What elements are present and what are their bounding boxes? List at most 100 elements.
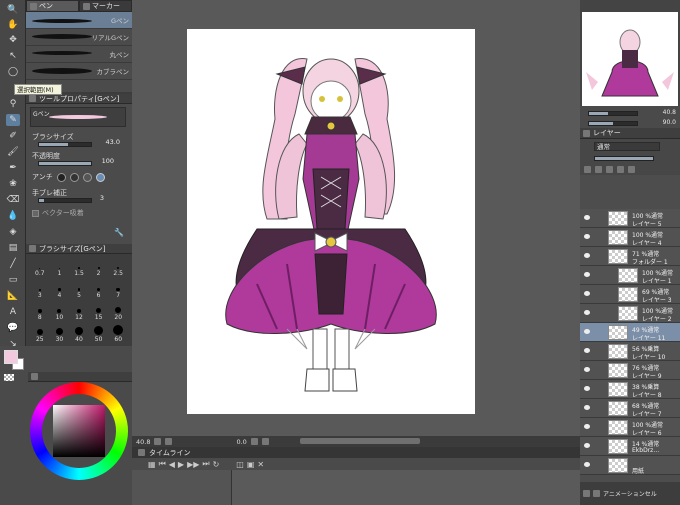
visibility-eye-icon[interactable] — [584, 443, 590, 448]
brush-size-cell[interactable]: 2 — [89, 258, 109, 277]
prev-frame-icon[interactable]: ◀ — [169, 460, 175, 469]
brush-size-cell[interactable]: 6 — [89, 280, 109, 299]
pencil-tool-icon[interactable]: ✐ — [6, 130, 20, 142]
brush-size-value[interactable]: 43.0 — [106, 138, 120, 146]
brush-size-cell[interactable]: 5 — [69, 280, 89, 299]
layer-row[interactable]: 38 %乗算 レイヤー 8 — [580, 380, 680, 399]
visibility-eye-icon[interactable] — [584, 310, 590, 315]
brush-size-cell[interactable]: 1.5 — [69, 258, 89, 277]
decoration-tool-icon[interactable]: ❀ — [6, 178, 20, 190]
layer-tab-icon[interactable] — [583, 129, 590, 137]
brush-size-cell[interactable]: 10 — [50, 302, 70, 321]
brush-size-cell[interactable]: 1 — [50, 258, 70, 277]
brush-size-cell[interactable]: 7 — [108, 280, 128, 299]
new-timeline-icon[interactable]: ▦ — [148, 460, 156, 469]
airbrush-tool-icon[interactable]: ✒ — [6, 162, 20, 174]
zoom-value[interactable]: 40.8 — [136, 438, 150, 446]
antialias-mid[interactable] — [82, 172, 92, 182]
timeline-body[interactable] — [132, 470, 580, 505]
lock-icon[interactable] — [617, 166, 624, 173]
layer-row[interactable]: 68 %通常 レイヤー 7 — [580, 399, 680, 418]
blend-tool-icon[interactable]: 💧 — [6, 210, 20, 222]
onion-skin-icon[interactable]: ◫ — [236, 460, 244, 469]
brush-item-gpen[interactable]: Gペン — [26, 12, 132, 29]
pen-tool-icon[interactable]: ✎ — [6, 114, 20, 126]
navigator-zoom-value[interactable]: 40.8 — [663, 109, 676, 116]
move-tool-icon[interactable]: ✥ — [6, 34, 20, 46]
antialias-strong[interactable] — [95, 172, 105, 182]
visibility-eye-icon[interactable] — [584, 291, 590, 296]
brush-size-cell[interactable]: 12 — [69, 302, 89, 321]
main-color-swatch[interactable] — [4, 350, 18, 364]
layer-row[interactable]: 71 %通常 フォルダー 1 — [580, 247, 680, 266]
loop-icon[interactable]: ↻ — [213, 460, 220, 469]
auto-select-tool-icon[interactable]: ⚲ — [6, 98, 20, 110]
layer-row[interactable]: 56 %乗算 レイヤー 10 — [580, 342, 680, 361]
brush-size-slider[interactable] — [38, 142, 92, 147]
new-cel-icon[interactable]: ▣ — [247, 460, 255, 469]
frame-tool-icon[interactable]: ▭ — [6, 274, 20, 286]
visibility-eye-icon[interactable] — [584, 253, 590, 258]
visibility-eye-icon[interactable] — [584, 424, 590, 429]
navigator-thumbnail[interactable] — [582, 12, 678, 106]
rotate-left-icon[interactable] — [250, 438, 258, 445]
vector-snap-checkbox[interactable] — [32, 209, 39, 217]
color-wheel-tab-icon[interactable] — [31, 373, 38, 380]
brush-size-cell[interactable]: 15 — [89, 302, 109, 321]
navigator-rotation-slider[interactable] — [588, 121, 638, 126]
antialias-weak[interactable] — [69, 172, 79, 182]
canvas-area[interactable] — [132, 0, 580, 436]
color-wheel[interactable] — [30, 382, 128, 480]
brush-item-maru-pen[interactable]: 丸ペン — [26, 46, 132, 63]
panel-menu-icon[interactable] — [29, 95, 36, 102]
brush-size-cell[interactable]: 20 — [108, 302, 128, 321]
layer-row[interactable]: 用紙 — [580, 456, 680, 475]
horizontal-scrollbar[interactable] — [300, 438, 420, 444]
opacity-value[interactable]: 100 — [102, 157, 114, 165]
visibility-eye-icon[interactable] — [584, 367, 590, 372]
timeline-tab-icon[interactable] — [138, 449, 145, 456]
zoom-out-icon[interactable] — [154, 438, 162, 445]
brush-size-cell[interactable]: 3 — [30, 280, 50, 299]
brush-tool-icon[interactable]: 🖌 — [6, 146, 20, 158]
visibility-eye-icon[interactable] — [584, 329, 590, 334]
visibility-eye-icon[interactable] — [584, 462, 590, 467]
layer-row[interactable]: 14 %通常 EkbDrz… — [580, 437, 680, 456]
brush-size-cell[interactable]: 50 — [89, 324, 109, 343]
brush-size-cell[interactable]: 8 — [30, 302, 50, 321]
new-folder-icon[interactable] — [593, 490, 600, 497]
saturation-value-box[interactable] — [53, 405, 105, 457]
play-icon[interactable]: ▶ — [178, 460, 184, 469]
delete-cel-icon[interactable]: ✕ — [257, 460, 264, 469]
brush-size-cell[interactable]: 0.7 — [30, 258, 50, 277]
lasso-tool-icon[interactable]: ◯ — [6, 66, 20, 78]
text-tool-icon[interactable]: A — [6, 306, 20, 318]
layer-row[interactable]: 100 %通常 レイヤー 2 — [580, 304, 680, 323]
operation-tool-icon[interactable]: ↖ — [6, 50, 20, 62]
ruler-tool-icon[interactable]: 📐 — [6, 290, 20, 302]
zoom-tool-icon[interactable]: 🔍 — [6, 4, 20, 16]
brush-item-real-gpen[interactable]: リアルGペン — [26, 29, 132, 46]
brush-size-cell[interactable]: 40 — [69, 324, 89, 343]
opacity-slider[interactable] — [38, 161, 92, 166]
brush-item-kabura-pen[interactable]: カブラペン — [26, 63, 132, 80]
stabilization-value[interactable]: 3 — [100, 194, 104, 202]
brush-size-cell[interactable]: 4 — [50, 280, 70, 299]
layer-row[interactable]: 100 %通常 レイヤー 5 — [580, 209, 680, 228]
fill-tool-icon[interactable]: ◈ — [6, 226, 20, 238]
navigator-zoom-slider[interactable] — [588, 111, 638, 116]
next-frame-icon[interactable]: ▶▶ — [187, 460, 199, 469]
visibility-eye-icon[interactable] — [584, 234, 590, 239]
tab-pen[interactable]: ペン — [26, 0, 79, 12]
panel-menu-icon[interactable] — [29, 245, 36, 252]
brush-size-cell[interactable]: 25 — [30, 324, 50, 343]
figure-tool-icon[interactable]: ╱ — [6, 258, 20, 270]
rotate-right-icon[interactable] — [261, 438, 269, 445]
last-frame-icon[interactable]: ⏭ — [202, 459, 209, 469]
layer-row[interactable]: 49 %通常 レイヤー 11 — [580, 323, 680, 342]
balloon-tool-icon[interactable]: 💬 — [6, 322, 20, 334]
brush-size-cell[interactable]: 2.5 — [108, 258, 128, 277]
navigator-rotation-value[interactable]: 90.0 — [663, 119, 676, 126]
layer-row[interactable]: 69 %通常 レイヤー 3 — [580, 285, 680, 304]
visibility-eye-icon[interactable] — [584, 405, 590, 410]
